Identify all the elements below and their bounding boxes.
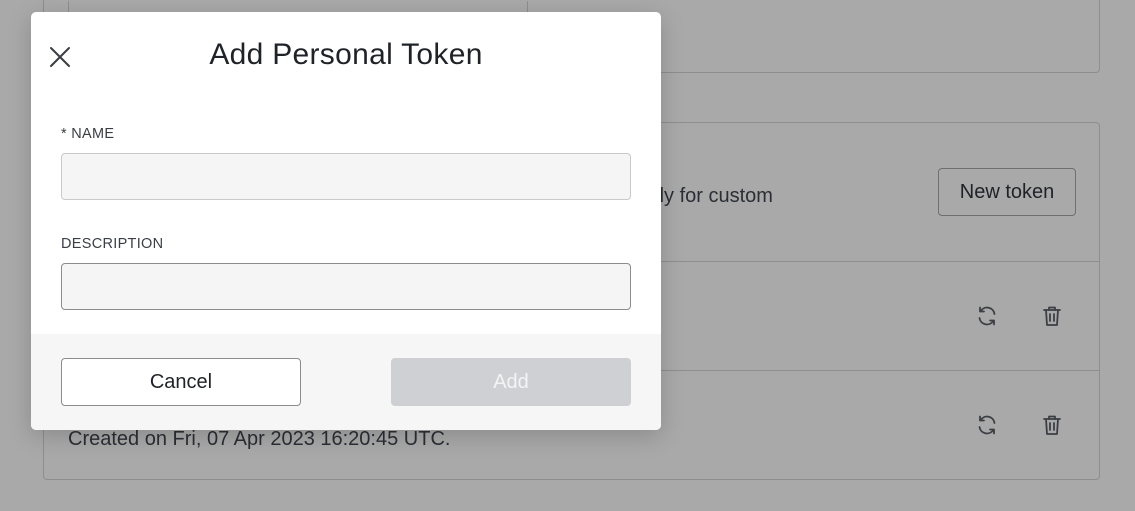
- add-button[interactable]: Add: [391, 358, 631, 406]
- token-created-text: Created on Fri, 07 Apr 2023 16:20:45 UTC…: [68, 428, 451, 450]
- dialog-footer: Cancel Add: [31, 334, 661, 430]
- tokens-description: ally for custom: [644, 185, 773, 207]
- new-token-button[interactable]: New token: [938, 168, 1076, 216]
- description-input[interactable]: [61, 263, 631, 310]
- refresh-icon[interactable]: [975, 304, 999, 328]
- trash-icon[interactable]: [1040, 304, 1064, 328]
- name-field-label: * NAME: [61, 126, 115, 142]
- add-personal-token-dialog: Add Personal Token * NAME DESCRIPTION Ca…: [31, 12, 661, 430]
- cancel-button[interactable]: Cancel: [61, 358, 301, 406]
- refresh-icon[interactable]: [975, 413, 999, 437]
- name-input[interactable]: [61, 153, 631, 200]
- trash-icon[interactable]: [1040, 413, 1064, 437]
- dialog-title: Add Personal Token: [209, 38, 483, 71]
- description-field-label: DESCRIPTION: [61, 236, 164, 252]
